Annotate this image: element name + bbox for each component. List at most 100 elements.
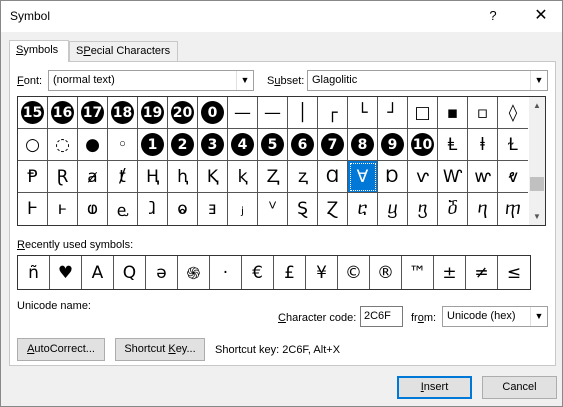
symbol-cell[interactable]: Ⱪ xyxy=(198,161,228,193)
symbol-cell[interactable]: ⱸ xyxy=(108,193,138,225)
symbol-cell[interactable]: ◊ xyxy=(498,97,528,129)
shortcut-key-button[interactable]: Shortcut Key... xyxy=(115,338,205,361)
tab-symbols[interactable]: Symbols xyxy=(9,40,69,62)
symbol-cell[interactable]: 7 xyxy=(318,129,348,161)
symbol-cell[interactable]: 2 xyxy=(168,129,198,161)
help-button[interactable]: ? xyxy=(481,5,505,27)
symbol-cell[interactable]: ⱹ xyxy=(138,193,168,225)
symbol-cell[interactable]: └ xyxy=(348,97,378,129)
recent-symbol-cell[interactable]: ™ xyxy=(402,256,434,289)
symbol-cell[interactable]: ⴁ xyxy=(378,193,408,225)
symbol-cell[interactable]: 8 xyxy=(348,129,378,161)
symbol-cell[interactable]: 9 xyxy=(378,129,408,161)
symbol-cell[interactable]: ┘ xyxy=(378,97,408,129)
scroll-down-arrow-icon[interactable]: ▼ xyxy=(529,208,545,225)
symbol-cell[interactable]: 17 xyxy=(78,97,108,129)
tab-special-characters[interactable]: SPecial Characters xyxy=(69,41,178,62)
scroll-thumb[interactable] xyxy=(530,177,544,191)
symbol-cell[interactable]: Ɑ xyxy=(318,161,348,193)
symbol-cell[interactable]: ○ xyxy=(18,129,48,161)
recent-symbol-cell[interactable]: ñ xyxy=(18,256,50,289)
symbol-cell[interactable]: ┌ xyxy=(318,97,348,129)
symbol-cell[interactable]: ⴃ xyxy=(438,193,468,225)
symbol-cell[interactable]: ⱦ xyxy=(108,161,138,193)
symbol-cell[interactable]: ⱥ xyxy=(78,161,108,193)
symbol-cell[interactable]: Ɒ xyxy=(378,161,408,193)
symbol-cell[interactable]: ⱽ xyxy=(258,193,288,225)
symbol-cell[interactable]: Ᵽ xyxy=(18,161,48,193)
symbol-cell[interactable]: ⱻ xyxy=(198,193,228,225)
symbol-cell[interactable]: ⴂ xyxy=(408,193,438,225)
symbol-cell[interactable]: Ⱶ xyxy=(18,193,48,225)
symbol-cell[interactable]: Ⱨ xyxy=(138,161,168,193)
symbol-cell[interactable]: ⴅ xyxy=(498,193,528,225)
symbol-cell[interactable]: ● xyxy=(78,129,108,161)
symbol-cell[interactable]: □ xyxy=(408,97,438,129)
symbol-cell[interactable]: 10 xyxy=(408,129,438,161)
recent-symbol-cell[interactable]: · xyxy=(210,256,242,289)
symbol-cell[interactable]: ◦ xyxy=(108,129,138,161)
symbol-cell[interactable]: Ȿ xyxy=(288,193,318,225)
symbol-cell[interactable]: 4 xyxy=(228,129,258,161)
symbol-cell[interactable]: 20 xyxy=(168,97,198,129)
recent-symbol-cell[interactable]: © xyxy=(338,256,370,289)
symbol-cell[interactable]: 16 xyxy=(48,97,78,129)
recent-symbol-cell[interactable]: ± xyxy=(434,256,466,289)
symbol-cell[interactable]: ⱼ xyxy=(228,193,258,225)
symbol-cell[interactable]: ⱴ xyxy=(498,161,528,193)
symbol-cell[interactable]: ⱳ xyxy=(468,161,498,193)
symbol-cell[interactable]: ⱷ xyxy=(78,193,108,225)
from-combobox[interactable]: Unicode (hex) ▼ xyxy=(442,306,548,327)
grid-scrollbar[interactable]: ▲ ▼ xyxy=(529,96,546,226)
recent-symbol-cell[interactable]: ® xyxy=(370,256,402,289)
symbol-cell[interactable]: ⱪ xyxy=(228,161,258,193)
symbol-cell[interactable]: Ⱡ xyxy=(438,129,468,161)
insert-button[interactable]: Insert xyxy=(397,376,472,399)
cancel-button[interactable]: Cancel xyxy=(482,376,557,399)
symbol-cell[interactable]: 1 xyxy=(138,129,168,161)
symbol-cell[interactable]: ⴄ xyxy=(468,193,498,225)
symbol-cell[interactable]: ◌ xyxy=(48,129,78,161)
symbol-cell[interactable]: ▪ xyxy=(438,97,468,129)
symbol-cell[interactable]: │ xyxy=(288,97,318,129)
recent-symbol-cell[interactable]: ə xyxy=(146,256,178,289)
recent-symbol-cell[interactable]: ≤ xyxy=(498,256,530,289)
symbol-cell[interactable]: Ⱳ xyxy=(438,161,468,193)
symbol-cell[interactable]: ⱶ xyxy=(48,193,78,225)
recent-symbol-cell[interactable]: ֍ xyxy=(178,256,210,289)
symbol-cell[interactable]: Ɀ xyxy=(318,193,348,225)
recent-symbol-cell[interactable]: A xyxy=(82,256,114,289)
symbol-cell[interactable]: 0 xyxy=(198,97,228,129)
symbol-cell-selected[interactable]: Ɐ xyxy=(348,161,378,193)
symbol-cell[interactable]: ▫ xyxy=(468,97,498,129)
close-button[interactable]: ✕ xyxy=(523,3,559,29)
scroll-up-arrow-icon[interactable]: ▲ xyxy=(529,97,545,114)
symbol-cell[interactable]: ⱡ xyxy=(468,129,498,161)
symbol-cell[interactable]: ⱱ xyxy=(408,161,438,193)
recent-symbol-cell[interactable]: £ xyxy=(274,256,306,289)
symbol-cell[interactable]: — xyxy=(228,97,258,129)
recent-symbol-cell[interactable]: € xyxy=(242,256,274,289)
symbol-cell[interactable]: 3 xyxy=(198,129,228,161)
symbol-cell[interactable]: ⱺ xyxy=(168,193,198,225)
font-combobox[interactable]: (normal text) ▼ xyxy=(48,70,254,91)
symbol-cell[interactable]: Ɫ xyxy=(498,129,528,161)
symbol-cell[interactable]: Ɽ xyxy=(48,161,78,193)
recent-symbol-cell[interactable]: ≠ xyxy=(466,256,498,289)
symbol-cell[interactable]: 5 xyxy=(258,129,288,161)
symbol-cell[interactable]: Ⱬ xyxy=(258,161,288,193)
symbol-cell[interactable]: 6 xyxy=(288,129,318,161)
autocorrect-button[interactable]: AutoCorrect... xyxy=(17,338,105,361)
subset-combobox[interactable]: Glagolitic ▼ xyxy=(307,70,548,91)
recent-symbol-cell[interactable]: ♥ xyxy=(50,256,82,289)
symbol-cell[interactable]: ⱬ xyxy=(288,161,318,193)
symbol-cell[interactable]: — xyxy=(258,97,288,129)
recent-symbol-cell[interactable]: ¥ xyxy=(306,256,338,289)
symbol-cell[interactable]: ⴀ xyxy=(348,193,378,225)
recent-symbol-cell[interactable]: Q xyxy=(114,256,146,289)
symbol-cell[interactable]: ⱨ xyxy=(168,161,198,193)
symbol-cell[interactable]: 15 xyxy=(18,97,48,129)
symbol-cell[interactable]: 18 xyxy=(108,97,138,129)
symbol-cell[interactable]: 19 xyxy=(138,97,168,129)
character-code-input[interactable]: 2C6F xyxy=(360,306,403,327)
